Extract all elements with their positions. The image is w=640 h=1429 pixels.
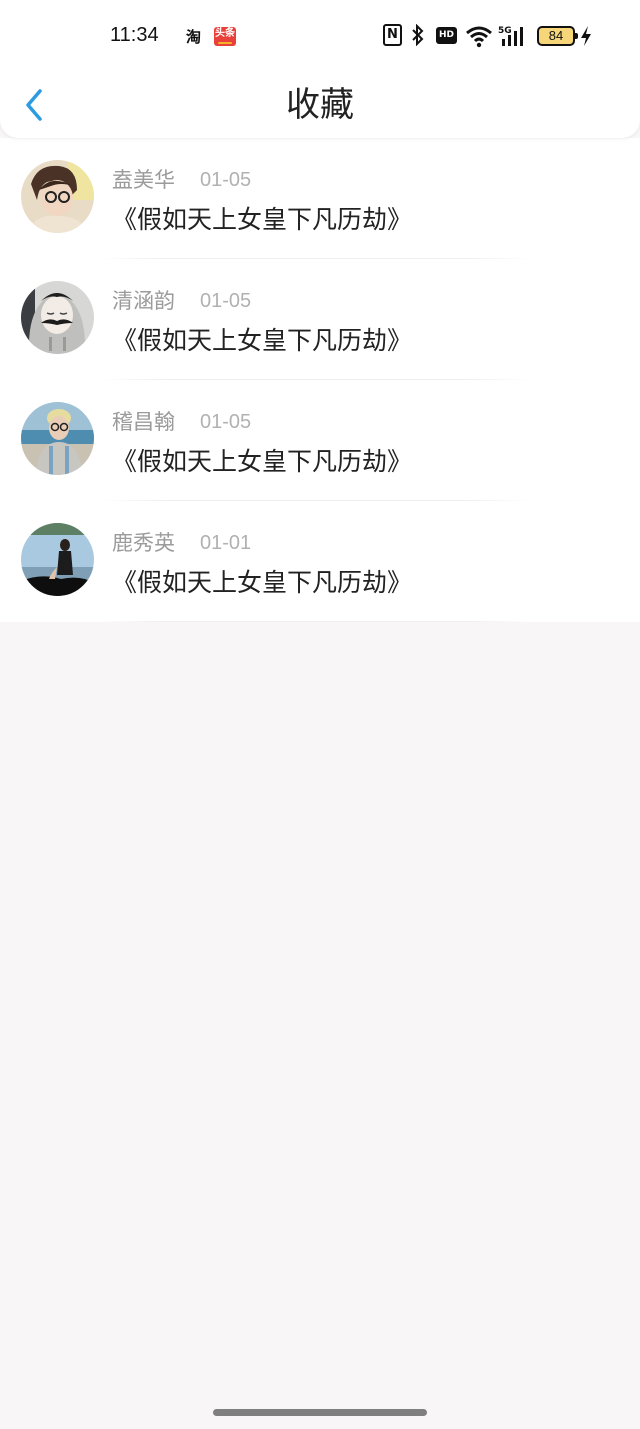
item-author: 清涵韵 <box>112 289 175 313</box>
item-author: 鹿秀英 <box>112 531 175 555</box>
charging-icon <box>579 24 593 48</box>
toutiao-icon: 头条 <box>214 27 236 46</box>
home-indicator[interactable] <box>213 1409 427 1416</box>
signal-5g-icon: 5G <box>498 24 528 48</box>
favorite-item[interactable]: 盍美华 01-05 《假如天上女皇下凡历劫》 <box>0 138 640 259</box>
item-title[interactable]: 《假如天上女皇下凡历劫》 <box>112 202 412 238</box>
nfc-icon: N <box>383 24 402 46</box>
battery-icon: 84 <box>537 26 578 46</box>
item-title[interactable]: 《假如天上女皇下凡历劫》 <box>112 444 412 480</box>
divider <box>100 621 530 622</box>
avatar[interactable] <box>21 402 94 475</box>
favorite-item[interactable]: 稽昌翰 01-05 《假如天上女皇下凡历劫》 <box>0 380 640 501</box>
page-title: 收藏 <box>286 85 354 125</box>
favorite-item[interactable]: 清涵韵 01-05 《假如天上女皇下凡历劫》 <box>0 259 640 380</box>
favorite-item[interactable]: 鹿秀英 01-01 《假如天上女皇下凡历劫》 <box>0 501 640 622</box>
item-title[interactable]: 《假如天上女皇下凡历劫》 <box>112 565 412 601</box>
avatar[interactable] <box>21 523 94 596</box>
item-author: 稽昌翰 <box>112 410 175 434</box>
header-bar: 11:34 淘 头条 N HD 5G 84 收藏 <box>0 0 640 138</box>
wifi-icon <box>465 24 493 48</box>
taobao-icon: 淘 <box>186 28 202 46</box>
status-time: 11:34 <box>110 24 159 46</box>
avatar[interactable] <box>21 160 94 233</box>
item-date: 01-05 <box>200 411 252 433</box>
svg-text:5G: 5G <box>498 26 512 36</box>
item-date: 01-01 <box>200 532 252 554</box>
bluetooth-icon <box>411 23 425 48</box>
item-date: 01-05 <box>200 169 252 191</box>
favorites-list: 盍美华 01-05 《假如天上女皇下凡历劫》 清涵韵 01-05 《假如天上女皇… <box>0 138 640 622</box>
item-date: 01-05 <box>200 290 252 312</box>
item-author: 盍美华 <box>112 168 175 192</box>
item-title[interactable]: 《假如天上女皇下凡历劫》 <box>112 323 412 359</box>
avatar[interactable] <box>21 281 94 354</box>
hd-icon: HD <box>436 27 457 44</box>
